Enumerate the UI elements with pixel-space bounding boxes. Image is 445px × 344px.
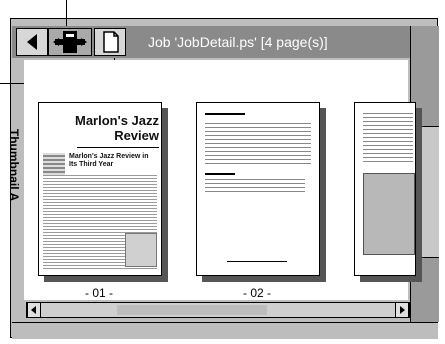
scroll-left-button[interactable] — [27, 303, 41, 317]
page-thumbnail-3[interactable] — [354, 102, 416, 276]
page-label-2: - 02 - — [242, 286, 271, 300]
document-view-button[interactable] — [94, 28, 126, 56]
page-1-graphic — [125, 233, 157, 267]
horizontal-scrollbar[interactable] — [26, 302, 410, 318]
page-3-body-text — [363, 113, 413, 163]
device-view-button[interactable] — [48, 28, 92, 56]
page-2-body-text-2 — [205, 179, 305, 193]
page-thumbnail-1[interactable]: Marlon's Jazz Review Marlon's Jazz Revie… — [38, 102, 162, 276]
page-1-headline: Marlon's Jazz Review — [74, 113, 159, 143]
job-title: Job 'JobDetail.ps' [4 page(s)] — [148, 34, 328, 50]
scroll-right-button[interactable] — [395, 303, 409, 317]
printer-device-icon — [53, 31, 87, 53]
page-1-subhead: Marlon's Jazz Review in Its Third Year — [69, 153, 149, 168]
thumbnail-content-area: Marlon's Jazz Review Marlon's Jazz Revie… — [24, 60, 416, 300]
scroll-left-arrow-icon — [31, 306, 36, 314]
document-icon — [103, 31, 119, 53]
back-button[interactable] — [16, 28, 48, 56]
callout-line-top — [66, 0, 67, 28]
page-thumbnail-2[interactable] — [196, 102, 320, 276]
scroll-thumb[interactable] — [117, 305, 267, 315]
page-3-screenshot — [363, 173, 415, 255]
page-label-1: - 01 - — [84, 286, 113, 300]
bottom-status-bar — [12, 322, 438, 339]
thumbnail-a-tab-label: Thumbnail A — [7, 128, 21, 202]
left-arrow-icon — [27, 34, 37, 50]
page-2-body-text — [205, 123, 311, 167]
scroll-right-arrow-icon — [400, 306, 405, 314]
